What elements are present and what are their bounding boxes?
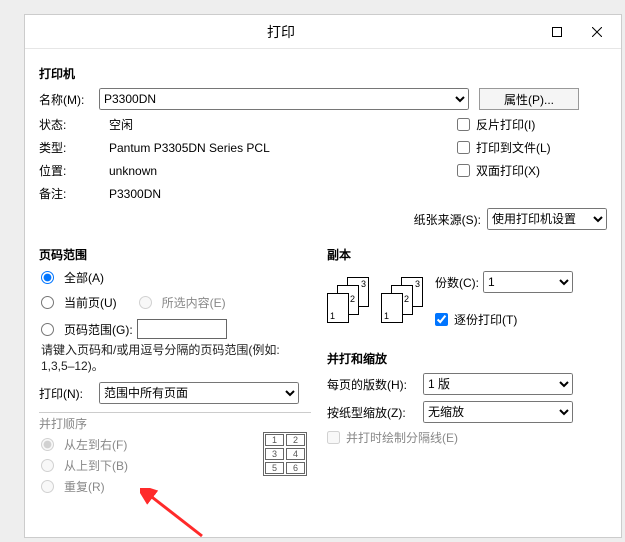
range-hint: 请键入页码和/或用逗号分隔的页码范围(例如: 1,3,5–12)。 [41,343,301,374]
scale-to-paper-select[interactable]: 无缩放 [423,401,573,423]
pages-per-sheet-select[interactable]: 1 版 [423,373,573,395]
order-diagram-icon: 12 34 56 [263,432,307,476]
paper-source-label: 纸张来源(S): [414,211,481,228]
printer-location-label: 位置: [39,162,99,179]
range-all-label: 全部(A) [64,269,104,286]
draw-separator-checkbox [327,431,340,444]
printer-name-label: 名称(M): [39,91,99,108]
range-all-radio[interactable] [41,271,54,284]
printer-status-value: 空闲 [109,116,447,133]
collate-icon: 3 2 1 [381,277,421,323]
range-current-radio[interactable] [41,296,54,309]
order-ltr-label: 从左到右(F) [64,436,127,453]
order-section-title: 并打顺序 [39,412,311,432]
range-pages-radio[interactable] [41,323,54,336]
collate-checkbox[interactable] [435,313,448,326]
print-what-select[interactable]: 范围中所有页面 [99,382,299,404]
scale-section-title: 并打和缩放 [327,350,607,367]
close-button[interactable] [577,18,617,46]
range-selection-label: 所选内容(E) [162,294,226,311]
order-ltr-radio [41,438,54,451]
order-repeat-label: 重复(R) [64,478,105,495]
range-current-label: 当前页(U) [64,294,117,311]
duplex-checkbox[interactable] [457,164,470,177]
collate-icon: 3 2 1 [327,277,367,323]
printer-name-select[interactable]: P3300DN [99,88,469,110]
copies-count-select[interactable]: 1 [483,271,573,293]
order-ttb-label: 从上到下(B) [64,457,128,474]
order-repeat-radio [41,480,54,493]
duplex-label: 双面打印(X) [476,162,540,179]
printer-status-label: 状态: [39,116,99,133]
range-pages-label: 页码范围(G): [64,321,133,338]
copies-count-label: 份数(C): [435,274,479,291]
printer-comment-label: 备注: [39,185,99,202]
reverse-print-label: 反片打印(I) [476,116,535,133]
properties-button[interactable]: 属性(P)... [479,88,579,110]
range-section-title: 页码范围 [39,246,311,263]
print-dialog: 打印 打印机 名称(M): P3300DN 属性(P)... 状态: 空闲 反片… [24,14,622,538]
range-selection-radio [139,296,152,309]
printer-location-value: unknown [109,164,447,178]
pages-per-sheet-label: 每页的版数(H): [327,376,423,393]
scale-to-paper-label: 按纸型缩放(Z): [327,404,423,421]
copies-section-title: 副本 [327,246,607,263]
print-what-label: 打印(N): [39,385,99,402]
draw-separator-label: 并打时绘制分隔线(E) [346,429,458,446]
print-to-file-label: 打印到文件(L) [476,139,551,156]
printer-type-label: 类型: [39,139,99,156]
paper-source-select[interactable]: 使用打印机设置 [487,208,607,230]
titlebar: 打印 [25,15,621,49]
printer-comment-value: P3300DN [109,187,447,201]
print-to-file-checkbox[interactable] [457,141,470,154]
printer-section-title: 打印机 [39,65,607,82]
maximize-button[interactable] [537,18,577,46]
reverse-print-checkbox[interactable] [457,118,470,131]
range-pages-input[interactable] [137,319,227,339]
printer-type-value: Pantum P3305DN Series PCL [109,141,447,155]
order-ttb-radio [41,459,54,472]
dialog-title: 打印 [25,22,537,42]
collate-label: 逐份打印(T) [454,311,517,328]
